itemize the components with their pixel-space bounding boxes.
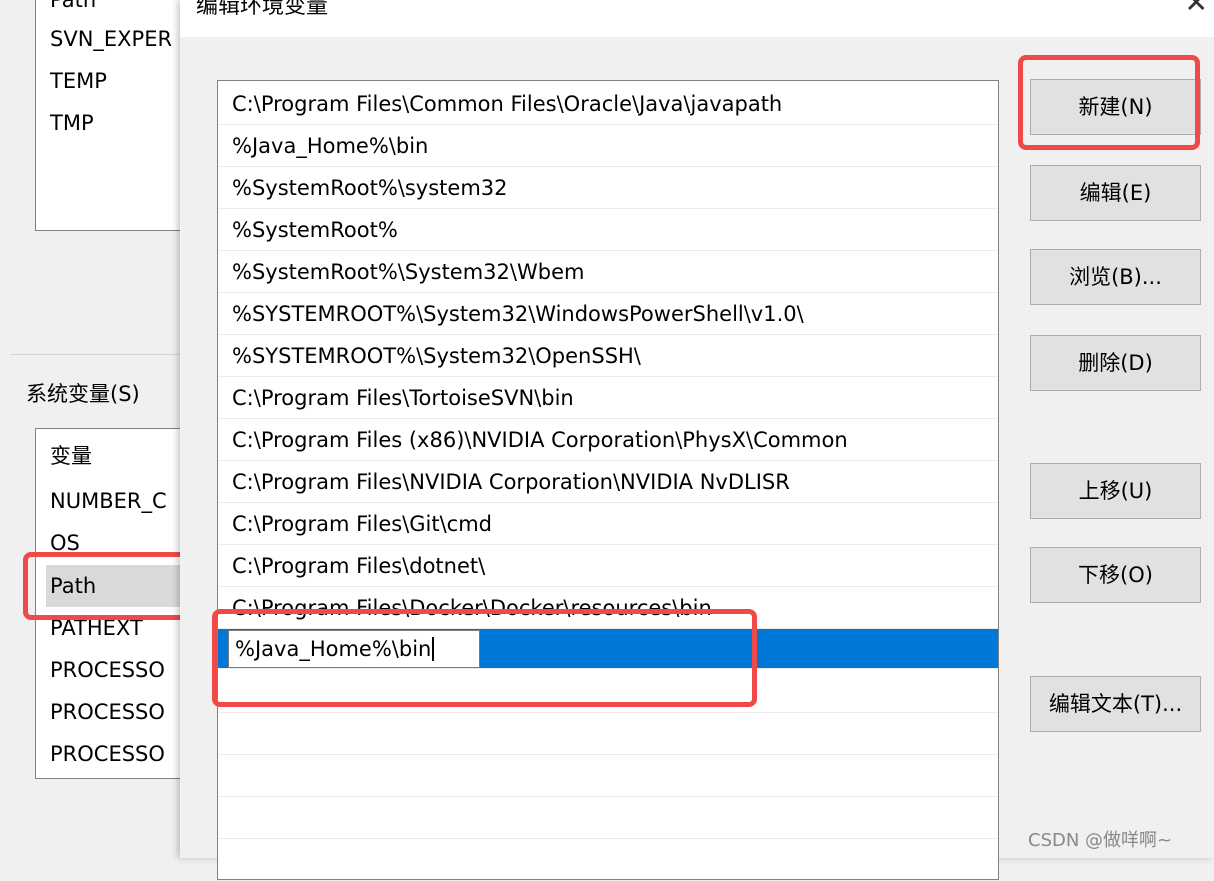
- highlight-new: [1018, 55, 1200, 150]
- path-entry[interactable]: C:\Program Files\dotnet\: [218, 545, 998, 587]
- delete-button[interactable]: 删除(D): [1030, 335, 1201, 391]
- edit-button[interactable]: 编辑(E): [1030, 165, 1201, 221]
- system-variables-label: 系统变量(S): [26, 382, 140, 406]
- move-up-button[interactable]: 上移(U): [1030, 463, 1201, 519]
- path-entry[interactable]: C:\Program Files (x86)\NVIDIA Corporatio…: [218, 419, 998, 461]
- path-entry[interactable]: %SYSTEMROOT%\System32\OpenSSH\: [218, 335, 998, 377]
- list-item[interactable]: PROCESSO: [50, 649, 165, 691]
- browse-button[interactable]: 浏览(B)...: [1030, 249, 1201, 305]
- group-divider: [10, 354, 190, 355]
- edit-env-dialog: 编辑环境变量 ✕ C:\Program Files\Common Files\O…: [180, 0, 1214, 881]
- list-item[interactable]: SVN_EXPER: [50, 18, 172, 60]
- title-bar: 编辑环境变量 ✕: [180, 0, 1214, 37]
- list-item[interactable]: PROCESSO: [50, 691, 165, 733]
- path-entry[interactable]: C:\Program Files\Common Files\Oracle\Jav…: [218, 83, 998, 125]
- path-entries-list[interactable]: C:\Program Files\Common Files\Oracle\Jav…: [217, 80, 999, 881]
- empty-row[interactable]: [218, 797, 998, 839]
- path-entry[interactable]: %SYSTEMROOT%\System32\WindowsPowerShell\…: [218, 293, 998, 335]
- path-entry[interactable]: %SystemRoot%\system32: [218, 167, 998, 209]
- user-variables-list[interactable]: Path SVN_EXPER TEMP TMP: [35, 0, 195, 231]
- list-item[interactable]: NUMBER_C: [50, 480, 167, 522]
- empty-row[interactable]: [218, 839, 998, 881]
- path-entry[interactable]: C:\Program Files\Git\cmd: [218, 503, 998, 545]
- list-item[interactable]: PROCESSO: [50, 733, 165, 775]
- path-entry[interactable]: C:\Program Files\TortoiseSVN\bin: [218, 377, 998, 419]
- path-entry[interactable]: %Java_Home%\bin: [218, 125, 998, 167]
- column-header[interactable]: 变量: [50, 435, 92, 477]
- watermark: CSDN @做咩啊~: [1028, 830, 1173, 851]
- path-entry[interactable]: C:\Program Files\NVIDIA Corporation\NVID…: [218, 461, 998, 503]
- empty-row[interactable]: [218, 713, 998, 755]
- highlight-edit: [212, 609, 757, 707]
- path-entry[interactable]: %SystemRoot%: [218, 209, 998, 251]
- path-entry[interactable]: %SystemRoot%\System32\Wbem: [218, 251, 998, 293]
- move-down-button[interactable]: 下移(O): [1030, 547, 1201, 603]
- close-icon[interactable]: ✕: [1185, 0, 1208, 19]
- edit-text-button[interactable]: 编辑文本(T)...: [1030, 676, 1201, 732]
- highlight-path: [23, 552, 191, 620]
- dialog-title: 编辑环境变量: [196, 0, 329, 19]
- empty-row[interactable]: [218, 755, 998, 797]
- list-item[interactable]: TEMP: [50, 60, 107, 102]
- list-item[interactable]: TMP: [50, 102, 94, 144]
